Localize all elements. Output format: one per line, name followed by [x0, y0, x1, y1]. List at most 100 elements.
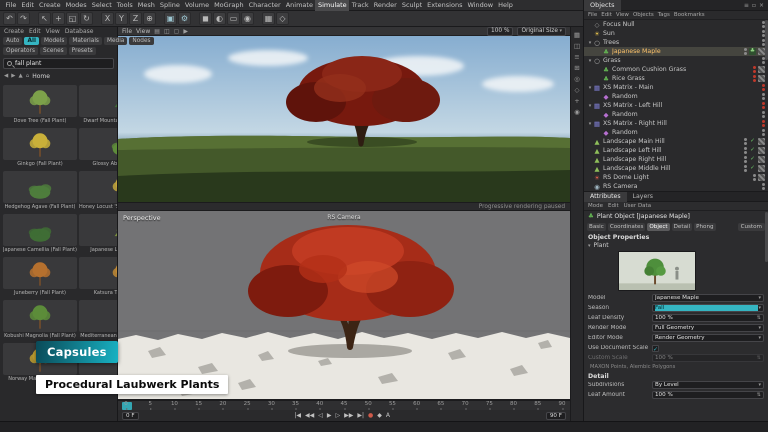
snap-icon[interactable]: ◇ [575, 86, 580, 94]
menu-volume[interactable]: Volume [182, 0, 211, 11]
filter-materials[interactable]: Materials [69, 37, 102, 45]
object-row-landscape-main-hill[interactable]: ▲Landscape Main Hill✓ [584, 137, 768, 146]
dropdown-model[interactable]: Japanese Maple▾ [652, 294, 764, 302]
object-row-landscape-middle-hill[interactable]: ▲Landscape Middle Hill✓ [584, 164, 768, 173]
rotate-icon[interactable]: ↻ [80, 12, 93, 25]
filter-operators[interactable]: Operators [3, 47, 38, 55]
plant-group-row[interactable]: Plant [584, 241, 768, 249]
attr-menu-mode[interactable]: Mode [588, 203, 603, 209]
texture-tag-icon[interactable] [758, 48, 765, 55]
visibility-dots[interactable] [753, 66, 756, 73]
menu-edit[interactable]: Edit [19, 0, 37, 11]
play-button[interactable]: ▶ [327, 410, 332, 421]
menu-window[interactable]: Window [465, 0, 496, 11]
plant-preview-image[interactable] [618, 251, 696, 291]
asset-menu-view[interactable]: View [46, 28, 60, 35]
menu-modes[interactable]: Modes [63, 0, 89, 11]
display-mode-icon[interactable]: ▦ [262, 12, 275, 25]
object-row-random[interactable]: ◆Random [584, 92, 768, 101]
forward-icon[interactable]: ▶ [11, 73, 15, 79]
menu-sculpt[interactable]: Sculpt [399, 0, 424, 11]
camera-icon[interactable]: ◉ [241, 12, 254, 25]
render-menu-file[interactable]: File [122, 28, 132, 35]
object-row-landscape-right-hill[interactable]: ▲Landscape Right Hill✓ [584, 155, 768, 164]
texture-tag-icon[interactable] [758, 147, 765, 154]
visibility-dots[interactable] [762, 102, 765, 109]
object-row-japanese-maple[interactable]: ♣Japanese Maple♣ [584, 47, 768, 56]
dropdown-season[interactable]: Fall▾ [652, 304, 764, 312]
floor-icon[interactable]: ▭ [227, 12, 240, 25]
scale-icon[interactable]: ◱ [66, 12, 79, 25]
zoom-level-field[interactable]: 100 % [487, 27, 513, 36]
save-image-icon[interactable]: ▤ [154, 28, 160, 35]
filter-auto[interactable]: Auto [3, 37, 22, 45]
menu-simulate[interactable]: Simulate [315, 0, 349, 11]
end-frame-field[interactable]: 90 F [546, 412, 566, 420]
check-tag-icon[interactable]: ✓ [749, 165, 756, 172]
visibility-dots[interactable] [762, 93, 765, 100]
param-tab-detail[interactable]: Detail [672, 223, 692, 231]
visibility-dots[interactable] [762, 30, 765, 37]
visibility-dots[interactable] [762, 21, 765, 28]
visibility-dots[interactable] [744, 48, 747, 55]
om-menu-edit[interactable]: Edit [601, 12, 612, 18]
menu-tools[interactable]: Tools [114, 0, 135, 11]
goto-end-button[interactable]: ▶| [357, 410, 364, 421]
camera-strip-icon[interactable]: ◉ [574, 108, 580, 116]
undock-icon[interactable]: ▫ [752, 2, 756, 9]
object-row-rs-dome-light[interactable]: ☀RS Dome Light [584, 173, 768, 182]
layout-icon[interactable]: ▦ [574, 31, 580, 39]
param-tab-object[interactable]: Object [647, 223, 669, 231]
om-menu-tags[interactable]: Tags [658, 12, 670, 18]
dropdown-subdivisions[interactable]: By Level▾ [652, 381, 764, 389]
object-row-xs-matrix-left-hill[interactable]: ▾▦XS Matrix - Left Hill [584, 101, 768, 110]
y-axis-lock-icon[interactable]: Y [115, 12, 128, 25]
object-row-random[interactable]: ◆Random [584, 128, 768, 137]
object-row-xs-matrix-right-hill[interactable]: ▾▦XS Matrix - Right Hill [584, 119, 768, 128]
menu-mograph[interactable]: MoGraph [212, 0, 247, 11]
move-icon[interactable]: + [52, 12, 65, 25]
om-menu-view[interactable]: View [616, 12, 629, 18]
field-leaf-amount[interactable]: 100 %⇅ [652, 391, 764, 399]
asset-item-japanese-camellia-fall-plant[interactable]: Japanese Camellia (Fall Plant) [3, 214, 77, 253]
asset-item-hedgehog-agave-fall-plant[interactable]: Hedgehog Agave (Fall Plant) [3, 171, 77, 210]
object-row-rice-grass[interactable]: ♣Rice Grass [584, 74, 768, 83]
visibility-dots[interactable] [744, 147, 747, 154]
undo-icon[interactable]: ↶ [3, 12, 16, 25]
prev-frame-button[interactable]: ◁ [318, 410, 323, 421]
attr-menu-edit[interactable]: Edit [608, 203, 619, 209]
visibility-dots[interactable] [753, 174, 756, 181]
param-tab-phong[interactable]: Phong [694, 223, 715, 231]
param-tab-coordinates[interactable]: Coordinates [608, 223, 646, 231]
filter-nodes[interactable]: Nodes [129, 37, 153, 45]
dropdown-render-mode[interactable]: Full Geometry▾ [652, 324, 764, 332]
start-frame-field[interactable]: 0 F [122, 412, 139, 420]
menu-spline[interactable]: Spline [157, 0, 182, 11]
axis-icon[interactable]: + [574, 97, 579, 105]
snapshot-icon[interactable]: ◫ [164, 28, 170, 35]
filter-models[interactable]: Models [41, 37, 67, 45]
asset-item-dwarf-mountain-pine-fall-plant[interactable]: Dwarf Mountain Pine (Fall Plant) [79, 85, 117, 124]
attr-menu-user-data[interactable]: User Data [624, 203, 651, 209]
environment-icon[interactable]: ◐ [213, 12, 226, 25]
check-tag-icon[interactable]: ✓ [749, 156, 756, 163]
filter-scenes[interactable]: Scenes [40, 47, 67, 55]
asset-item-katsura-tree-fall-plant[interactable]: Katsura Tree (Fall Plant) [79, 257, 117, 296]
start-ipr-icon[interactable]: ▶ [183, 28, 188, 35]
menu-character[interactable]: Character [246, 0, 283, 11]
plant-tag-icon[interactable]: ♣ [749, 48, 756, 55]
visibility-dots[interactable] [744, 138, 747, 145]
asset-item-glossy-abelia-fall-plant[interactable]: Glossy Abelia (Fall Plant) [79, 128, 117, 167]
next-key-button[interactable]: ▶▶ [344, 410, 353, 421]
render-menu-view[interactable]: View [136, 28, 150, 35]
param-tab-basic[interactable]: Basic [587, 223, 606, 231]
asset-item-ginkgo-fall-plant[interactable]: Ginkgo (Fall Plant) [3, 128, 77, 167]
checkbox-use-document-scale[interactable]: ✓ [652, 345, 659, 352]
viewport-label[interactable]: Perspective [123, 214, 161, 222]
menu-help[interactable]: Help [496, 0, 516, 11]
object-row-focus-null[interactable]: ◇Focus Null [584, 20, 768, 29]
texture-tag-icon[interactable] [758, 165, 765, 172]
visibility-dots[interactable] [744, 156, 747, 163]
region-render-icon[interactable]: ▢ [174, 28, 180, 35]
filter-media[interactable]: Media [104, 37, 127, 45]
